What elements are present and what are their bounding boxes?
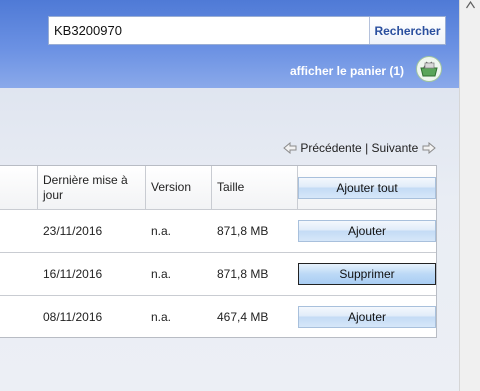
table-row: 16/11/2016 n.a. 871,8 MB Supprimer [0,253,436,296]
previous-page-link[interactable]: Précédente [300,141,361,155]
search-bar: Rechercher [48,16,446,45]
row-version: n.a. [151,224,172,238]
view-cart-link[interactable]: afficher le panier (1) [290,64,404,78]
row-action-cell: Supprimer [298,253,436,295]
row-title-cell[interactable] [0,296,38,338]
arrow-left-icon[interactable] [283,141,297,154]
basket-icon[interactable] [416,56,442,82]
row-action-cell: Ajouter [298,296,436,338]
add-button[interactable]: Ajouter [298,220,436,242]
page-background: Rechercher afficher le panier (1) Précéd… [0,0,459,391]
table-row: 23/11/2016 n.a. 871,8 MB Ajouter [0,210,436,253]
column-header-version[interactable]: Version [146,166,212,209]
remove-button[interactable]: Supprimer [298,263,436,285]
row-date: 23/11/2016 [43,224,103,238]
scroll-up-icon[interactable] [466,1,475,9]
row-action-cell: Ajouter [298,210,436,252]
row-size: 871,8 MB [217,267,269,281]
pager-separator: | [365,140,369,155]
catalog-header: Rechercher afficher le panier (1) [0,0,459,88]
search-button[interactable]: Rechercher [369,17,445,44]
add-all-cell: Ajouter tout [298,166,436,209]
column-header-date[interactable]: Dernière mise à jour [38,166,146,209]
row-version: n.a. [151,267,172,281]
row-size: 467,4 MB [217,310,269,324]
vertical-scrollbar[interactable] [459,0,480,391]
arrow-right-icon[interactable] [422,141,436,154]
add-all-button[interactable]: Ajouter tout [298,176,436,199]
row-title-cell[interactable] [0,210,38,252]
pagination: Précédente | Suivante [283,140,436,155]
row-size: 871,8 MB [217,224,269,238]
search-input[interactable] [49,17,370,44]
row-title-cell[interactable] [0,253,38,295]
column-header-size[interactable]: Taille [212,166,298,209]
add-button[interactable]: Ajouter [298,306,436,328]
row-version: n.a. [151,310,172,324]
column-header-title[interactable] [0,166,38,209]
row-date: 08/11/2016 [43,310,103,324]
next-page-link[interactable]: Suivante [372,141,419,155]
table-header: Dernière mise à jour Version Taille Ajou… [0,166,436,210]
table-row: 08/11/2016 n.a. 467,4 MB Ajouter [0,296,436,338]
updates-table: Dernière mise à jour Version Taille Ajou… [0,165,437,338]
row-date: 16/11/2016 [43,267,103,281]
